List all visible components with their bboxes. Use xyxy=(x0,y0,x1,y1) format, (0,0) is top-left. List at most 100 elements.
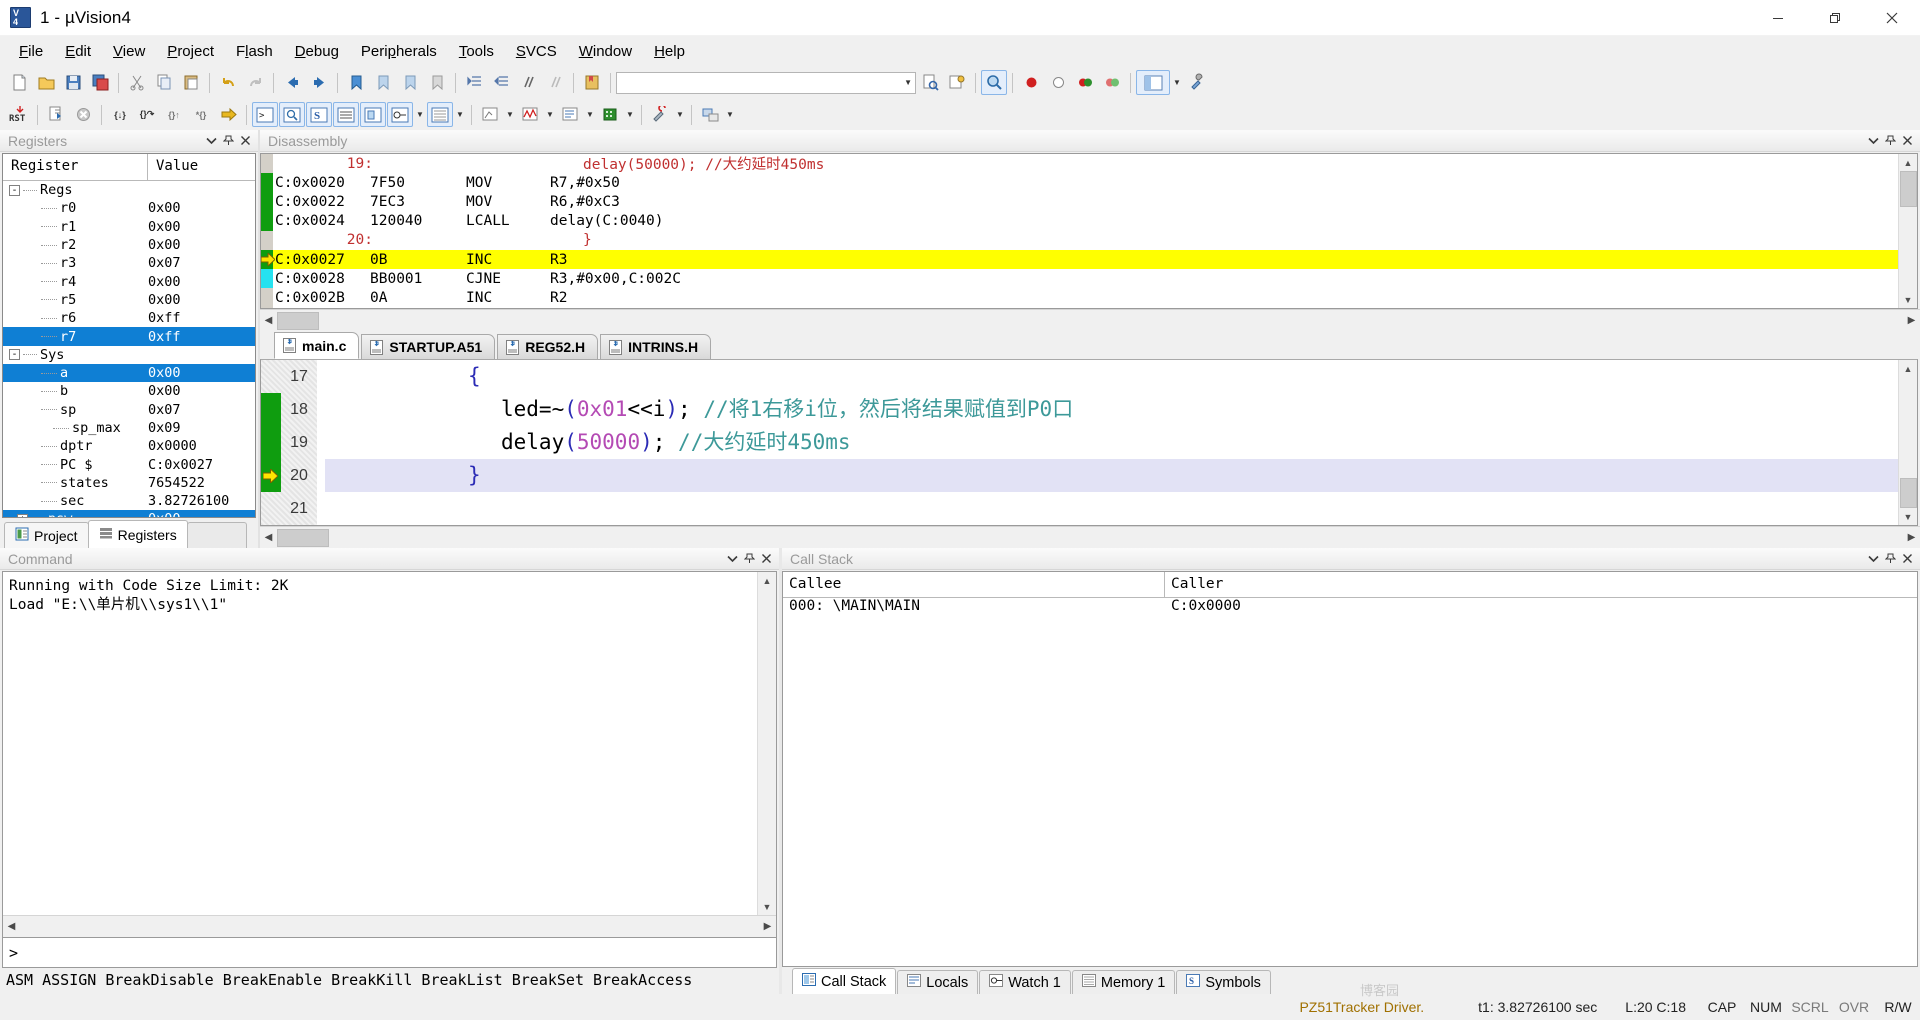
command-output[interactable]: Running with Code Size Limit: 2K Load "E:… xyxy=(2,571,777,938)
register-row[interactable]: +psw0x00 xyxy=(3,510,255,517)
undo-icon[interactable] xyxy=(215,70,241,95)
close-icon[interactable] xyxy=(1899,550,1916,567)
chevron-down-icon[interactable] xyxy=(203,132,220,149)
disassembly-source-row[interactable]: 19: delay(50000); //大约延时450ms xyxy=(261,154,1898,174)
insert-breakpoint-icon[interactable] xyxy=(1018,70,1044,95)
disassembly-marker[interactable] xyxy=(261,230,273,250)
callstack-rows[interactable]: 000: \MAIN\MAIN C:0x0000 xyxy=(783,598,1917,619)
minimize-button[interactable] xyxy=(1749,0,1806,36)
paste-icon[interactable] xyxy=(178,70,204,95)
serial-caret-icon[interactable]: ▼ xyxy=(504,102,516,127)
breakpoint-margin[interactable] xyxy=(261,492,281,525)
close-icon[interactable] xyxy=(237,132,254,149)
menu-edit[interactable]: Edit xyxy=(54,39,102,64)
editor-gutter-row[interactable]: 18 xyxy=(261,393,317,426)
register-row[interactable]: PC $ C:0x0027 xyxy=(3,455,255,473)
disassembly-marker[interactable] xyxy=(261,173,273,193)
register-row[interactable]: states 7654522 xyxy=(3,474,255,492)
bookmark-clear-icon[interactable] xyxy=(424,70,450,95)
disassembly-instruction-row[interactable]: C:0x0024 120040 LCALL delay(C:0040) xyxy=(261,211,1898,231)
editor-code-line[interactable] xyxy=(325,492,1898,525)
menu-svcs[interactable]: SVCS xyxy=(505,39,568,64)
breakpoint-margin[interactable] xyxy=(261,393,281,426)
close-button[interactable] xyxy=(1863,0,1920,36)
editor-vscrollbar[interactable]: ▲ ▼ xyxy=(1898,360,1917,525)
scroll-down-icon[interactable]: ▼ xyxy=(1900,291,1917,308)
register-row[interactable]: r4 0x00 xyxy=(3,272,255,290)
register-row[interactable]: b 0x00 xyxy=(3,382,255,400)
disassembly-source-row[interactable]: 20:} xyxy=(261,230,1898,250)
editor-gutter-row[interactable]: 17 xyxy=(261,360,317,393)
command-vscrollbar[interactable]: ▲ ▼ xyxy=(757,572,776,915)
chevron-down-icon[interactable] xyxy=(1865,550,1882,567)
menu-peripherals[interactable]: Peripherals xyxy=(350,39,448,64)
register-row[interactable]: a 0x00 xyxy=(3,363,255,383)
scroll-right-icon[interactable]: ▶ xyxy=(1903,528,1920,548)
tab-project[interactable]: Project xyxy=(4,522,89,548)
register-row[interactable]: r7 0xff xyxy=(3,327,255,346)
editor-gutter-row[interactable]: 21 xyxy=(261,492,317,525)
comment-icon[interactable] xyxy=(515,70,541,95)
editor-code-line[interactable]: led=~(0x01<<i); //将1右移i位，然后将结果赋值到P0口 xyxy=(325,393,1898,426)
register-row[interactable]: dptr 0x0000 xyxy=(3,437,255,455)
serial-window-icon[interactable] xyxy=(477,102,503,127)
find-in-files-icon[interactable] xyxy=(917,70,943,95)
pin-icon[interactable] xyxy=(741,550,758,567)
bottom-tab-call-stack[interactable]: Call Stack xyxy=(792,968,897,994)
symbol-window-icon[interactable]: S xyxy=(306,102,332,127)
register-row[interactable]: r2 0x00 xyxy=(3,236,255,254)
register-row[interactable]: sec 3.82726100 xyxy=(3,492,255,510)
menu-flash[interactable]: Flash xyxy=(225,39,284,64)
disassembly-hscroll-thumb[interactable] xyxy=(277,311,319,330)
register-row[interactable]: r5 0x00 xyxy=(3,291,255,309)
bookmark-toggle-icon[interactable] xyxy=(343,70,369,95)
command-vscroll-track[interactable] xyxy=(758,589,776,898)
editor-text[interactable]: {led=~(0x01<<i); //将1右移i位，然后将结果赋值到P0口 del… xyxy=(317,360,1898,525)
forward-icon[interactable] xyxy=(306,70,332,95)
open-file-icon[interactable] xyxy=(33,70,59,95)
trace-caret-icon[interactable]: ▼ xyxy=(584,102,596,127)
scroll-down-icon[interactable]: ▼ xyxy=(759,898,776,915)
menu-file[interactable]: File xyxy=(8,39,54,64)
disassembly-marker[interactable] xyxy=(261,192,273,212)
scroll-down-icon[interactable]: ▼ xyxy=(1900,508,1917,525)
bottom-tab-watch-1[interactable]: Watch 1 xyxy=(979,970,1071,994)
menu-view[interactable]: View xyxy=(102,39,156,64)
scroll-up-icon[interactable]: ▲ xyxy=(1900,360,1917,377)
disassembly-lines[interactable]: 19: delay(50000); //大约延时450ms C:0x0020 7F50… xyxy=(261,154,1898,308)
editor-hscroll-track[interactable] xyxy=(329,528,1903,547)
disassembly-vscroll-track[interactable] xyxy=(1899,207,1917,291)
register-row[interactable]: - Sys xyxy=(3,346,255,364)
editor-code-line[interactable]: delay(50000); //大约延时450ms xyxy=(325,426,1898,459)
uncomment-icon[interactable] xyxy=(542,70,568,95)
registers-window-icon[interactable] xyxy=(333,102,359,127)
disassembly-marker[interactable] xyxy=(261,288,273,308)
editor-tab-reg52-h[interactable]: REG52.H xyxy=(497,334,599,359)
stop-icon[interactable] xyxy=(70,102,96,127)
register-row[interactable]: r0 0x00 xyxy=(3,199,255,217)
callstack-table[interactable]: Callee Caller 000: \MAIN\MAIN C:0x0000 xyxy=(782,571,1918,967)
step-into-icon[interactable]: {↓} xyxy=(107,102,133,127)
pin-icon[interactable] xyxy=(220,132,237,149)
debug-settings-caret-icon[interactable]: ▼ xyxy=(724,102,736,127)
scroll-left-icon[interactable]: ◀ xyxy=(3,917,20,937)
scroll-up-icon[interactable]: ▲ xyxy=(1900,154,1917,171)
pin-icon[interactable] xyxy=(1882,550,1899,567)
menu-tools[interactable]: Tools xyxy=(448,39,505,64)
registers-rows[interactable]: - Regs r0 0x00 r1 0x00 r2 0x00 r3 0x07 r4 0x00 r5 0x0… xyxy=(3,181,255,517)
disassembly-vscrollbar[interactable]: ▲ ▼ xyxy=(1898,154,1917,308)
scroll-up-icon[interactable]: ▲ xyxy=(759,572,776,589)
kill-breakpoint-icon[interactable] xyxy=(1045,70,1071,95)
tree-expander-icon[interactable]: + xyxy=(17,513,28,517)
memory-window-icon[interactable] xyxy=(427,102,453,127)
editor-tabs[interactable]: main.c STARTUP.A51 REG52.H INTRINS.H xyxy=(260,331,1920,359)
disassembly-instruction-row[interactable]: C:0x0027 0B INC R3 xyxy=(261,249,1898,270)
browse-symbols-icon[interactable] xyxy=(944,70,970,95)
scroll-left-icon[interactable]: ◀ xyxy=(260,528,277,548)
editor-gutter-row[interactable]: 20 xyxy=(261,459,317,492)
redo-icon[interactable] xyxy=(242,70,268,95)
window-layout-icon[interactable] xyxy=(1136,70,1170,95)
disassembly-window-icon[interactable] xyxy=(279,102,305,127)
show-next-statement-icon[interactable] xyxy=(215,102,241,127)
disassembly-instruction-row[interactable]: C:0x0022 7EC3 MOV R6,#0xC3 xyxy=(261,192,1898,212)
